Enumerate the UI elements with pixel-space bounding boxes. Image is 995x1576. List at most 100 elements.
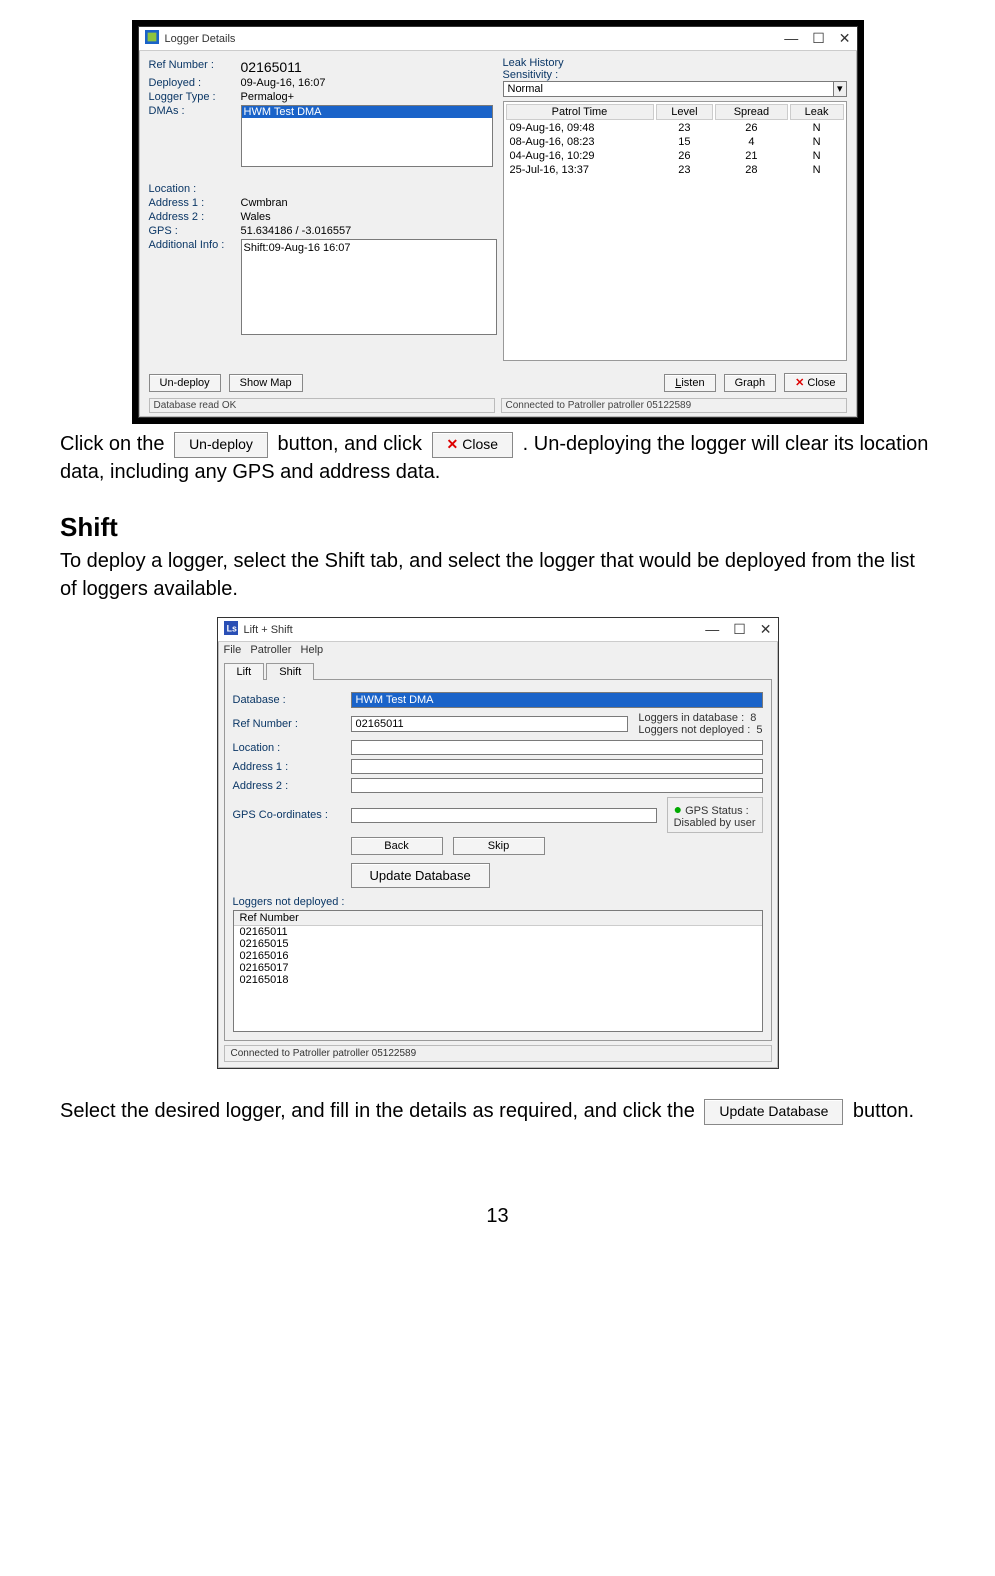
col-level[interactable]: Level [656,104,714,120]
instruction-paragraph-2: To deploy a logger, select the Shift tab… [60,547,935,603]
inline-close-button: ✕Close [432,432,514,458]
loggers-not-deployed-value: 5 [756,724,762,736]
table-row[interactable]: 08-Aug-16, 08:23154N [506,136,844,148]
address2-value: Wales [241,211,271,223]
loggers-not-deployed-label: Loggers not deployed : [638,724,750,736]
address1-value: Cwmbran [241,197,288,209]
refnumber-label: Ref Number : [233,718,351,730]
inline-update-database-button: Update Database [704,1099,843,1125]
maximize-button[interactable]: ☐ [733,621,746,638]
table-row[interactable]: 09-Aug-16, 09:482326N [506,122,844,134]
shift-heading: Shift [60,512,935,543]
additional-info-label: Additional Info : [149,239,241,251]
close-window-button[interactable]: ✕ [760,621,772,638]
instruction-paragraph-3: Select the desired logger, and fill in t… [60,1097,935,1125]
window-title: Logger Details [165,33,236,45]
list-item[interactable]: 02165015 [234,938,762,950]
sensitivity-dropdown[interactable]: Normal [503,81,834,97]
address1-label: Address 1 : [233,761,351,773]
loggers-not-deployed-list[interactable]: Ref Number 02165011 02165015 02165016 02… [233,910,763,1032]
dma-selected-item[interactable]: HWM Test DMA [242,106,492,118]
dmas-listbox[interactable]: HWM Test DMA [241,105,493,167]
inline-undeploy-button: Un-deploy [174,432,268,458]
gps-coords-label: GPS Co-ordinates : [233,809,351,821]
leak-history-label: Leak History [503,57,847,69]
minimize-button[interactable]: — [784,30,798,47]
gps-coords-input[interactable] [351,808,657,823]
close-x-icon: ✕ [795,377,804,389]
listen-button[interactable]: Listen [664,374,715,392]
menubar: File Patroller Help [218,642,778,658]
col-patrol-time[interactable]: Patrol Time [506,104,654,120]
instruction-paragraph-1: Click on the Un-deploy button, and click… [60,430,935,486]
page-number: 13 [60,1205,935,1228]
address2-label: Address 2 : [149,211,241,223]
deployed-value: 09-Aug-16, 16:07 [241,77,326,89]
col-spread[interactable]: Spread [715,104,787,120]
app-icon [145,30,159,47]
address2-input[interactable] [351,778,763,793]
list-header-ref-number[interactable]: Ref Number [234,911,762,926]
titlebar[interactable]: Logger Details — ☐ ✕ [139,27,857,51]
address2-label: Address 2 : [233,780,351,792]
table-row[interactable]: 25-Jul-16, 13:372328N [506,164,844,176]
leak-history-table: Patrol Time Level Spread Leak 09-Aug-16,… [503,101,847,361]
tab-lift[interactable]: Lift [224,663,265,680]
close-x-icon: ✕ [447,436,459,452]
location-label: Location : [149,183,241,195]
undeploy-button[interactable]: Un-deploy [149,374,221,392]
refnumber-input[interactable]: 02165011 [351,716,629,732]
sensitivity-label: Sensitivity : [503,69,847,81]
app-icon: Ls [224,621,238,638]
window-title: Lift + Shift [244,624,293,636]
loggers-in-db-value: 8 [750,712,756,724]
col-leak[interactable]: Leak [790,104,844,120]
menu-patroller[interactable]: Patroller [250,644,291,656]
list-item[interactable]: 02165017 [234,962,762,974]
dmas-label: DMAs : [149,105,241,117]
back-button[interactable]: Back [351,837,443,855]
logger-details-window-frame: Logger Details — ☐ ✕ Ref Number : 021650… [132,20,864,424]
close-window-button[interactable]: ✕ [839,30,851,47]
status-db: Database read OK [149,398,495,413]
maximize-button[interactable]: ☐ [812,30,825,47]
deployed-label: Deployed : [149,77,241,89]
location-label: Location : [233,742,351,754]
location-input[interactable] [351,740,763,755]
table-row[interactable]: 04-Aug-16, 10:292621N [506,150,844,162]
gps-label: GPS : [149,225,241,237]
titlebar[interactable]: Ls Lift + Shift — ☐ ✕ [218,618,778,642]
shift-tab-panel: Database : HWM Test DMA Ref Number : 021… [224,679,772,1041]
skip-button[interactable]: Skip [453,837,545,855]
status-connection: Connected to Patroller patroller 0512258… [501,398,847,413]
gps-status-value: Disabled by user [674,817,756,829]
statusbar: Connected to Patroller patroller 0512258… [224,1045,772,1062]
ref-number-label: Ref Number : [149,59,241,71]
logger-type-label: Logger Type : [149,91,241,103]
list-item[interactable]: 02165016 [234,950,762,962]
gps-value: 51.634186 / -3.016557 [241,225,352,237]
list-item[interactable]: 02165018 [234,974,762,986]
menu-file[interactable]: File [224,644,242,656]
database-dropdown[interactable]: HWM Test DMA [351,692,763,708]
close-button[interactable]: ✕Close [784,373,846,392]
minimize-button[interactable]: — [705,621,719,638]
menu-help[interactable]: Help [301,644,324,656]
address1-label: Address 1 : [149,197,241,209]
tab-shift[interactable]: Shift [266,663,314,680]
svg-text:Ls: Ls [226,624,236,634]
update-database-button[interactable]: Update Database [351,863,490,888]
lift-shift-window: Ls Lift + Shift — ☐ ✕ File Patroller Hel… [217,617,779,1069]
dropdown-arrow-icon[interactable]: ▾ [834,81,847,97]
address1-input[interactable] [351,759,763,774]
graph-button[interactable]: Graph [724,374,777,392]
gps-status-dot-icon: ● [674,801,682,817]
ref-number-value: 02165011 [241,59,302,75]
list-item[interactable]: 02165011 [234,926,762,938]
database-label: Database : [233,694,351,706]
show-map-button[interactable]: Show Map [229,374,303,392]
gps-status-label: GPS Status : [685,805,749,817]
additional-info-textarea[interactable]: Shift:09-Aug-16 16:07 [241,239,497,335]
loggers-in-db-label: Loggers in database : [638,712,744,724]
logger-type-value: Permalog+ [241,91,295,103]
